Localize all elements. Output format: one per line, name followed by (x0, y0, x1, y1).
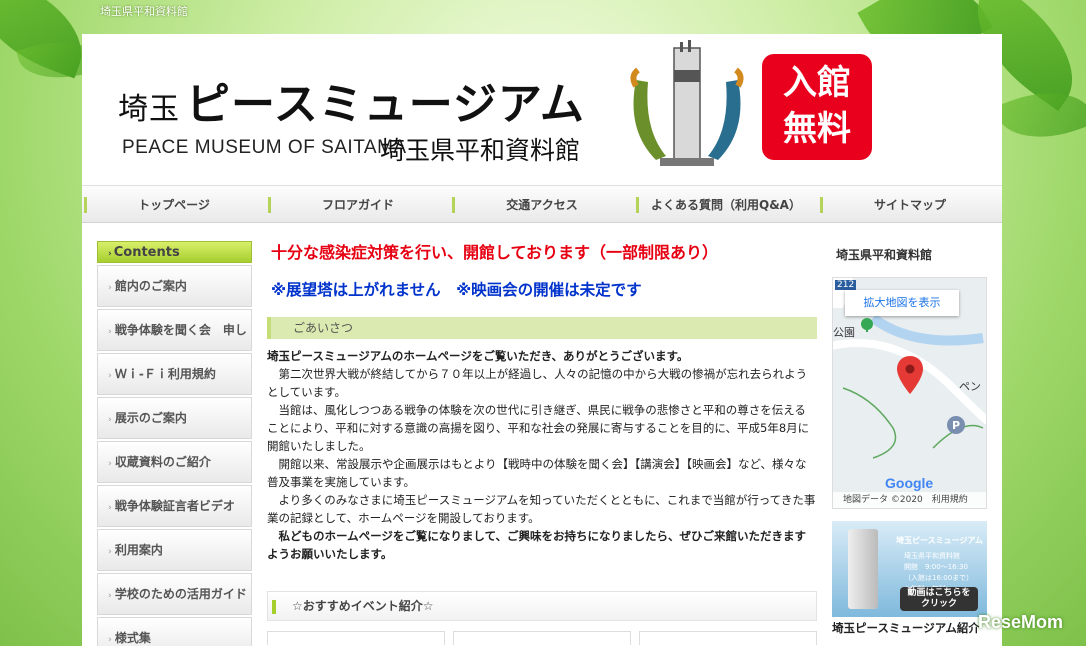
logo-subtitle: 埼玉県平和資料館 (380, 136, 581, 165)
chevron-right-icon: › (108, 327, 115, 337)
museum-name-heading: 埼玉県平和資料館 (836, 248, 933, 262)
logo-prefix: 埼玉 (118, 92, 180, 127)
chevron-right-icon: › (108, 591, 115, 601)
sidebar-item-war-experience-application[interactable]: › 戦争体験を聞く会 申し (97, 309, 252, 351)
sidebar-item-label: 学校のための活用ガイド (114, 587, 247, 601)
google-map[interactable]: 212 拡大地図を表示 公園 ペン P Google 地図データ ©2020 利… (832, 277, 987, 509)
notice-restrictions: ※展望塔は上がれません ※映画会の開催は未定です (271, 281, 642, 299)
right-column: 埼玉県平和資料館 212 拡大地図を表示 公園 ペン P Google 地図デー… (832, 241, 987, 636)
map-road-number: 212 (835, 280, 857, 290)
map-label-right: ペン (959, 380, 981, 393)
svg-text:P: P (952, 419, 960, 432)
recommended-events-heading: ☆おすすめイベント紹介☆ (267, 591, 817, 621)
sidebar-item-label: 戦争体験を聞く会 申し (114, 323, 247, 337)
sidebar-item-usage[interactable]: › 利用案内 (97, 529, 252, 571)
main-content: 十分な感染症対策を行い、開館しております（一部制限あり） ※展望塔は上がれません… (267, 241, 817, 645)
sidebar-item-label: 戦争体験証言者ビデオ (114, 499, 235, 513)
map-footer[interactable]: 地図データ ©2020 利用規約 (833, 492, 986, 508)
site-title-small: 埼玉県平和資料館 (100, 5, 188, 18)
badge-line2: 無料 (783, 109, 851, 149)
nav-top-page[interactable]: トップページ (82, 186, 266, 222)
sidebar-item-testimony-video[interactable]: › 戦争体験証言者ビデオ (97, 485, 252, 527)
sidebar-item-exhibition[interactable]: › 展示のご案内 (97, 397, 252, 439)
park-icon (861, 318, 873, 332)
greeting-paragraph: 開館以来、常設展示や企画展示はもとより【戦時中の体験を聞く会】【講演会】【映画会… (267, 457, 807, 489)
chevron-right-icon: › (108, 249, 112, 259)
event-card[interactable] (639, 631, 817, 645)
greeting-paragraph: 第二次世界大戦が終結してから７０年以上が経過し、人々の記憶の中から大戦の惨禍が忘… (267, 367, 808, 399)
resemom-watermark: ReseMom (978, 612, 1064, 632)
tower-illustration (848, 529, 878, 609)
global-nav: トップページ フロアガイド 交通アクセス よくある質問（利用Q&A） サイトマッ… (82, 185, 1002, 223)
chevron-right-icon: › (108, 503, 115, 513)
logo-english: PEACE MUSEUM OF SAITAMA (122, 137, 407, 158)
chevron-right-icon: › (108, 415, 115, 425)
free-admission-badge: 入館 無料 (762, 54, 872, 160)
logo-main-text: ピースミュージアム (186, 79, 585, 130)
sidebar-item-guide[interactable]: › 館内のご案内 (97, 265, 252, 307)
chevron-right-icon: › (108, 635, 115, 645)
event-cards (267, 631, 817, 645)
banner-caption[interactable]: 埼玉ピースミュージアム紹介 (832, 620, 987, 636)
greeting-paragraph: 私どものホームページをご覧になりまして、ご興味をお持ちになりましたら、ぜひご来館… (267, 529, 806, 561)
greeting-heading: ごあいさつ (267, 317, 817, 339)
banner-title: 埼玉ピースミュージアム (896, 536, 983, 545)
top-strip: 埼玉県平和資料館 (0, 0, 1086, 34)
page-container: 埼玉 ピースミュージアム PEACE MUSEUM OF SAITAMA 埼玉県平… (82, 34, 1002, 646)
banner-sub: 埼玉県平和資料館 (904, 552, 960, 560)
google-logo: Google (885, 475, 934, 491)
museum-tower-logo (630, 40, 744, 166)
banner-hours: 開館 9:00〜16:30 (904, 563, 968, 571)
nav-faq[interactable]: よくある質問（利用Q&A） (634, 186, 818, 222)
nav-sitemap[interactable]: サイトマップ (818, 186, 1002, 222)
sidebar-item-label: 館内のご案内 (114, 279, 187, 293)
nav-access[interactable]: 交通アクセス (450, 186, 634, 222)
sidebar-item-label: 様式集 (114, 631, 151, 645)
site-logo[interactable]: 埼玉 ピースミュージアム (118, 68, 585, 132)
greeting-body: 埼玉ピースミュージアムのホームページをご覧いただき、ありがとうございます。 第二… (267, 347, 817, 563)
video-click-button[interactable]: 動画はこちらを クリック (900, 587, 978, 611)
badge-line1: 入館 (783, 63, 851, 103)
sidebar: › Contents › 館内のご案内 › 戦争体験を聞く会 申し › Ｗｉ-Ｆｉ… (97, 241, 252, 646)
video-button-line1: 動画はこちらを (907, 588, 971, 598)
sidebar-item-label: 利用案内 (114, 543, 163, 557)
event-card[interactable] (267, 631, 445, 645)
chevron-right-icon: › (108, 459, 115, 469)
nav-floor-guide[interactable]: フロアガイド (266, 186, 450, 222)
notice-open: 十分な感染症対策を行い、開館しております（一部制限あり） (271, 243, 719, 262)
sidebar-item-school-guide[interactable]: › 学校のための活用ガイド (97, 573, 252, 615)
enlarge-map-button[interactable]: 拡大地図を表示 (845, 290, 959, 316)
intro-video-banner[interactable]: 埼玉ピースミュージアム 埼玉県平和資料館 開館 9:00〜16:30 （入館は1… (832, 521, 987, 617)
sidebar-item-label: 収蔵資料のご紹介 (114, 455, 211, 469)
parking-icon: P (947, 416, 965, 434)
chevron-right-icon: › (108, 283, 115, 293)
sidebar-item-label: Ｗｉ-Ｆｉ利用規約 (114, 367, 216, 381)
greeting-paragraph: 当館は、風化しつつある戦争の体験を次の世代に引き継ぎ、県民に戦争の悲惨さと平和の… (267, 403, 810, 453)
sidebar-item-label: 展示のご案内 (114, 411, 187, 425)
sidebar-item-collection[interactable]: › 収蔵資料のご紹介 (97, 441, 252, 483)
greeting-paragraph: 埼玉ピースミュージアムのホームページをご覧いただき、ありがとうございます。 (267, 349, 689, 363)
greeting-paragraph: より多くのみなさまに埼玉ピースミュージアムを知っていただくとともに、これまで当館… (267, 493, 816, 525)
chevron-right-icon: › (108, 371, 115, 381)
map-pin-icon (897, 356, 923, 394)
header: 埼玉 ピースミュージアム PEACE MUSEUM OF SAITAMA 埼玉県平… (82, 34, 1002, 184)
video-button-line2: クリック (920, 599, 957, 609)
sidebar-item-wifi-terms[interactable]: › Ｗｉ-Ｆｉ利用規約 (97, 353, 252, 395)
sidebar-heading-label: Contents (113, 245, 180, 260)
chevron-right-icon: › (108, 547, 115, 557)
map-label-park: 公園 (833, 326, 855, 339)
banner-hours-note: （入館は16:00まで） (904, 574, 974, 582)
sidebar-item-forms[interactable]: › 様式集 (97, 617, 252, 646)
event-card[interactable] (453, 631, 631, 645)
sidebar-heading: › Contents (97, 241, 252, 263)
